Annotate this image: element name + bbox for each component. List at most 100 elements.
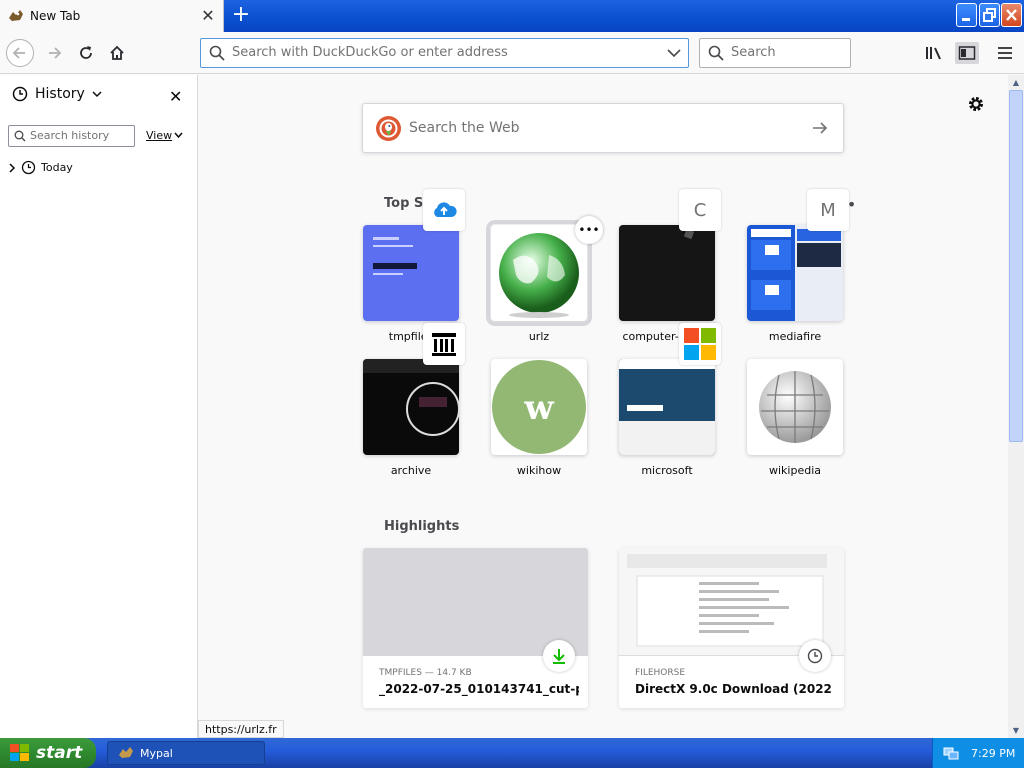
highlight-card-tmpfiles[interactable]: TMPFILES — 14.7 KB _2022-07-25_010143741… <box>363 548 588 708</box>
svg-text:w: w <box>523 388 554 428</box>
tab-title: New Tab <box>30 9 81 23</box>
sidebar-title: History <box>35 86 85 102</box>
task-label: Mypal <box>140 746 173 760</box>
start-label: start <box>36 743 83 763</box>
status-link-url: https://urlz.fr <box>198 720 284 738</box>
highlight-source: FILEHORSE <box>635 668 686 678</box>
search-icon <box>209 45 225 61</box>
network-icon[interactable] <box>943 745 959 761</box>
gear-icon[interactable] <box>967 95 985 113</box>
web-search-box[interactable] <box>362 103 844 153</box>
chevron-down-icon <box>174 132 183 139</box>
tab-close-icon[interactable]: ✕ <box>200 8 216 24</box>
clock-icon <box>12 86 28 102</box>
archive-building-icon <box>423 323 465 365</box>
clock-icon <box>799 640 831 672</box>
system-tray: 7:29 PM <box>932 738 1024 768</box>
site-thumbnail <box>363 359 459 455</box>
close-icon <box>1006 9 1017 21</box>
globe-icon <box>499 233 579 318</box>
close-window-button[interactable] <box>1001 3 1022 27</box>
home-icon <box>110 45 124 60</box>
microsoft-logo-icon <box>679 323 721 365</box>
site-label: microsoft <box>641 464 693 477</box>
site-thumbnail <box>747 225 843 321</box>
search-input[interactable] <box>731 45 841 60</box>
start-button[interactable]: start <box>0 738 96 768</box>
search-icon <box>708 45 724 61</box>
taskbar-item-mypal[interactable]: Mypal <box>107 741 265 765</box>
site-thumbnail <box>619 359 715 455</box>
history-sidebar: History ✕ View Today <box>0 75 198 738</box>
view-label: View <box>146 129 173 142</box>
chevron-right-icon[interactable] <box>8 162 16 173</box>
address-input[interactable] <box>232 45 652 60</box>
search-bar[interactable] <box>699 38 851 68</box>
duckduckgo-logo-icon <box>376 116 401 141</box>
sidebar-close-icon[interactable]: ✕ <box>169 87 182 106</box>
scrollbar-thumb[interactable] <box>1009 90 1023 442</box>
site-label: urlz <box>528 330 550 343</box>
tree-item-label: Today <box>41 161 73 174</box>
hamburger-menu-icon <box>998 47 1012 59</box>
sidebar-header[interactable]: History <box>12 86 102 102</box>
back-arrow-icon <box>12 47 25 59</box>
history-tree-item-today[interactable]: Today <box>8 160 73 175</box>
highlight-title: _2022-07-25_010143741_cut-ph... <box>379 682 579 696</box>
windows-logo-icon <box>10 744 29 761</box>
history-search-input[interactable] <box>30 129 130 142</box>
mypal-app-icon <box>119 747 133 758</box>
windows-taskbar: start Mypal 7:29 PM <box>0 738 1024 768</box>
forward-button[interactable] <box>40 39 68 67</box>
navigation-toolbar <box>0 32 1024 74</box>
view-menu-button[interactable]: View <box>146 129 183 142</box>
more-options-icon[interactable]: ••• <box>575 216 603 244</box>
sidebar-icon <box>958 46 976 60</box>
new-tab-plus-icon[interactable]: + <box>230 4 252 26</box>
tab-new-tab[interactable]: New Tab ✕ <box>0 0 224 32</box>
library-icon <box>926 47 941 60</box>
cloud-upload-icon <box>423 189 465 231</box>
minimize-button[interactable] <box>956 3 977 27</box>
vertical-scrollbar[interactable]: ▲ ▼ <box>1008 75 1024 738</box>
restore-icon <box>983 8 996 22</box>
site-label: wikihow <box>516 464 562 477</box>
back-button[interactable] <box>6 39 34 67</box>
site-thumbnail <box>486 220 592 326</box>
home-button[interactable] <box>103 39 131 67</box>
restore-button[interactable] <box>979 3 1000 27</box>
highlights-heading: Highlights <box>384 519 460 534</box>
site-letter-badge: C <box>679 189 721 231</box>
chevron-down-icon <box>92 91 102 98</box>
site-label: archive <box>390 464 432 477</box>
site-thumbnail <box>363 225 459 321</box>
scroll-up-arrow-icon[interactable]: ▲ <box>1008 75 1024 90</box>
library-button[interactable] <box>924 43 944 63</box>
search-icon <box>14 130 26 142</box>
scroll-down-arrow-icon[interactable]: ▼ <box>1008 723 1024 738</box>
reload-icon <box>80 46 92 59</box>
minimize-icon <box>962 18 970 21</box>
clock-icon <box>21 160 36 175</box>
new-tab-page: Top Sites ••• tmpfiles ••• urlz C com <box>198 75 1008 738</box>
site-label: wikipedia <box>768 464 821 477</box>
address-bar[interactable] <box>200 38 689 68</box>
sidebar-toggle-button[interactable] <box>955 42 979 64</box>
menu-button[interactable] <box>995 43 1015 63</box>
site-label: mediafire <box>768 330 822 343</box>
reload-button[interactable] <box>72 39 100 67</box>
forward-arrow-icon <box>49 47 62 59</box>
clock-time[interactable]: 7:29 PM <box>971 747 1015 760</box>
arrow-right-icon[interactable] <box>811 119 829 137</box>
web-search-input[interactable] <box>409 120 789 136</box>
site-thumbnail: w​ <box>491 359 587 455</box>
wikipedia-globe-icon <box>759 371 831 443</box>
highlight-card-filehorse[interactable]: FILEHORSE DirectX 9.0c Download (2022 La… <box>619 548 844 708</box>
site-thumbnail <box>747 359 843 455</box>
highlight-title: DirectX 9.0c Download (2022 La... <box>635 682 835 696</box>
wikihow-logo-icon: w​ <box>492 360 586 454</box>
chevron-down-icon[interactable] <box>667 47 681 59</box>
history-search-field[interactable] <box>8 125 135 147</box>
download-icon <box>543 640 575 672</box>
site-thumbnail <box>619 225 715 321</box>
